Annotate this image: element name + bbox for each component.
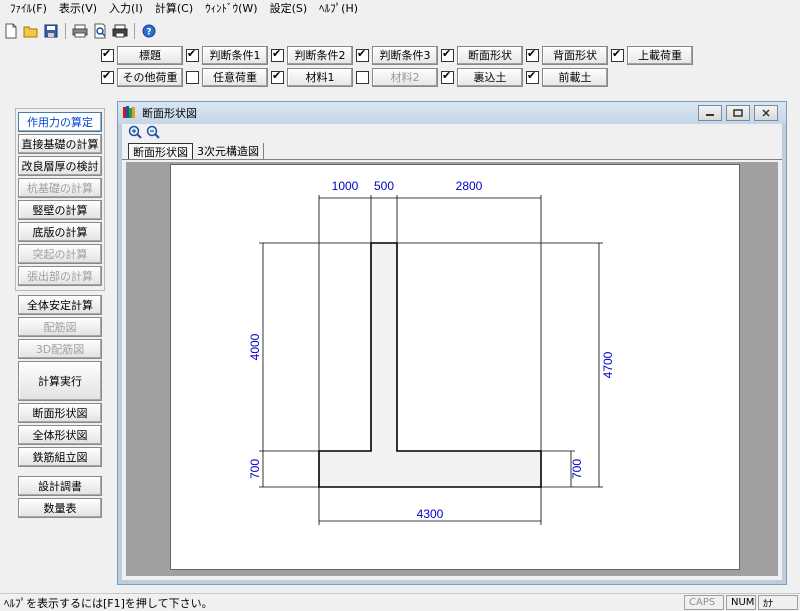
view-tabs: 断面形状図 3次元構造図 bbox=[122, 142, 782, 160]
status-bar: ﾍﾙﾌﾟを表示するには[F1]を押して下さい。 CAPS NUM ｶﾅ bbox=[0, 593, 800, 611]
printer-icon[interactable] bbox=[111, 22, 129, 40]
checkbox-section-shape[interactable] bbox=[441, 47, 454, 62]
status-message: ﾍﾙﾌﾟを表示するには[F1]を押して下さい。 bbox=[4, 596, 213, 610]
checkbox-backfill[interactable] bbox=[441, 69, 454, 84]
checkbox-judge-1[interactable] bbox=[186, 47, 199, 62]
vertical-wall-button[interactable]: 竪壁の計算 bbox=[18, 200, 102, 220]
checkbox-judge-3[interactable] bbox=[356, 47, 369, 62]
child-client-area: 断面形状図 3次元構造図 1000 500 2800 4300 4000 700… bbox=[122, 124, 782, 580]
quantity-table-button[interactable]: 数量表 bbox=[18, 498, 102, 518]
zoom-in-icon[interactable] bbox=[128, 125, 142, 142]
dim-label-base-thickness-left: 700 bbox=[248, 459, 262, 479]
option-button-other-load[interactable]: その他荷重 bbox=[117, 67, 183, 87]
checkbox-judge-2[interactable] bbox=[271, 47, 284, 62]
option-button-section-shape[interactable]: 断面形状 bbox=[457, 45, 523, 65]
dim-label-base-thickness-right: 700 bbox=[570, 459, 584, 479]
dim-label-wall-height: 4000 bbox=[248, 333, 262, 360]
checkbox-other-load[interactable] bbox=[101, 69, 114, 84]
pile-foundation-button: 杭基礎の計算 bbox=[18, 178, 102, 198]
overall-shape-button[interactable]: 全体形状図 bbox=[18, 425, 102, 445]
improved-layer-button[interactable]: 改良層厚の検討 bbox=[18, 156, 102, 176]
kana-indicator: ｶﾅ bbox=[758, 595, 798, 610]
retaining-wall-section bbox=[318, 242, 542, 488]
close-button[interactable] bbox=[754, 105, 778, 121]
tab-3d-structure[interactable]: 3次元構造図 bbox=[193, 143, 264, 159]
dim-label-heel: 2800 bbox=[456, 179, 483, 193]
help-icon[interactable]: ? bbox=[140, 22, 158, 40]
calc-group: 作用力の算定 直接基礎の計算 改良層厚の検討 杭基礎の計算 竪壁の計算 底版の計… bbox=[15, 108, 105, 291]
open-folder-icon[interactable] bbox=[22, 22, 40, 40]
section-shape-button[interactable]: 断面形状図 bbox=[18, 403, 102, 423]
overhang-button: 張出部の計算 bbox=[18, 266, 102, 286]
maximize-button[interactable] bbox=[726, 105, 750, 121]
save-icon[interactable] bbox=[42, 22, 60, 40]
checkbox-back-shape[interactable] bbox=[526, 47, 539, 62]
option-button-front-fill[interactable]: 前載土 bbox=[542, 67, 608, 87]
options-row-1: 標題 判断条件1 判断条件2 判断条件3 断面形状 背面形状 上載荷重 bbox=[98, 45, 693, 65]
minimize-button[interactable] bbox=[698, 105, 722, 121]
option-button-judge-3[interactable]: 判断条件3 bbox=[372, 45, 438, 65]
option-button-arbitrary-load[interactable]: 任意荷重 bbox=[202, 67, 268, 87]
checkbox-material-1[interactable] bbox=[271, 69, 284, 84]
menu-input[interactable]: 入力(I) bbox=[103, 0, 149, 18]
command-panel: 作用力の算定 直接基礎の計算 改良層厚の検討 杭基礎の計算 竪壁の計算 底版の計… bbox=[15, 108, 105, 520]
caps-indicator: CAPS bbox=[684, 595, 724, 610]
toolbar-separator bbox=[65, 23, 66, 39]
options-row-2: その他荷重 任意荷重 材料1 材料2 裏込土 前載土 bbox=[98, 67, 608, 87]
menu-window[interactable]: ｳｨﾝﾄﾞｳ(W) bbox=[199, 0, 263, 18]
svg-text:?: ? bbox=[146, 28, 151, 38]
section-drawing-window: 断面形状図 断面形状図 3次元構造図 1000 500 2800 4300 40… bbox=[117, 101, 787, 585]
menu-help[interactable]: ﾍﾙﾌﾟ(H) bbox=[313, 0, 364, 18]
drawing-paper: 1000 500 2800 4300 4000 700 4700 700 bbox=[170, 164, 740, 570]
checkbox-arbitrary-load[interactable] bbox=[186, 70, 199, 84]
direct-foundation-button[interactable]: 直接基礎の計算 bbox=[18, 134, 102, 154]
dim-label-base-width: 4300 bbox=[417, 507, 444, 521]
option-button-surcharge[interactable]: 上載荷重 bbox=[627, 45, 693, 65]
checkbox-surcharge[interactable] bbox=[611, 47, 624, 62]
zoom-out-icon[interactable] bbox=[146, 125, 160, 142]
base-slab-button[interactable]: 底版の計算 bbox=[18, 222, 102, 242]
output-group: 全体安定計算 配筋図 3D配筋図 計算実行 断面形状図 全体形状図 鉄筋組立図 … bbox=[15, 295, 105, 518]
dim-label-stem: 500 bbox=[374, 179, 394, 193]
checkbox-title[interactable] bbox=[101, 47, 114, 62]
checkbox-front-fill[interactable] bbox=[526, 69, 539, 84]
rebar-drawing-button: 配筋図 bbox=[18, 317, 102, 337]
zoom-toolbar bbox=[122, 124, 782, 142]
new-file-icon[interactable] bbox=[2, 22, 20, 40]
books-icon bbox=[122, 105, 138, 122]
section-drawing: 1000 500 2800 4300 4000 700 4700 700 bbox=[248, 179, 615, 525]
design-report-button[interactable]: 設計調書 bbox=[18, 476, 102, 496]
option-button-material-2: 材料2 bbox=[372, 67, 438, 87]
drawing-canvas: 1000 500 2800 4300 4000 700 4700 700 bbox=[126, 162, 778, 576]
option-button-backfill[interactable]: 裏込土 bbox=[457, 67, 523, 87]
print-icon[interactable] bbox=[71, 22, 89, 40]
option-button-judge-1[interactable]: 判断条件1 bbox=[202, 45, 268, 65]
tab-section-shape[interactable]: 断面形状図 bbox=[128, 143, 193, 159]
overall-stability-button[interactable]: 全体安定計算 bbox=[18, 295, 102, 315]
run-calculation-button[interactable]: 計算実行 bbox=[18, 361, 102, 401]
print-preview-icon[interactable] bbox=[91, 22, 109, 40]
option-button-material-1[interactable]: 材料1 bbox=[287, 67, 353, 87]
toolbar-separator bbox=[134, 23, 135, 39]
menu-file[interactable]: ﾌｧｲﾙ(F) bbox=[4, 0, 53, 18]
rebar-assembly-button[interactable]: 鉄筋組立図 bbox=[18, 447, 102, 467]
child-window-title: 断面形状図 bbox=[142, 107, 197, 120]
menu-settings[interactable]: 設定(S) bbox=[264, 0, 314, 18]
option-button-judge-2[interactable]: 判断条件2 bbox=[287, 45, 353, 65]
menu-bar: ﾌｧｲﾙ(F) 表示(V) 入力(I) 計算(C) ｳｨﾝﾄﾞｳ(W) 設定(S… bbox=[0, 0, 800, 18]
menu-view[interactable]: 表示(V) bbox=[53, 0, 103, 18]
child-title-bar: 断面形状図 bbox=[118, 102, 786, 124]
toolbar: ? bbox=[0, 20, 800, 42]
menu-calc[interactable]: 計算(C) bbox=[149, 0, 199, 18]
option-button-back-shape[interactable]: 背面形状 bbox=[542, 45, 608, 65]
checkbox-material-2[interactable] bbox=[356, 70, 369, 84]
action-load-button[interactable]: 作用力の算定 bbox=[18, 112, 102, 132]
dim-label-toe: 1000 bbox=[332, 179, 359, 193]
protrusion-button: 突起の計算 bbox=[18, 244, 102, 264]
rebar-3d-button: 3D配筋図 bbox=[18, 339, 102, 359]
num-indicator: NUM bbox=[726, 595, 756, 610]
option-button-title[interactable]: 標題 bbox=[117, 45, 183, 65]
dim-label-total-height: 4700 bbox=[601, 351, 615, 378]
